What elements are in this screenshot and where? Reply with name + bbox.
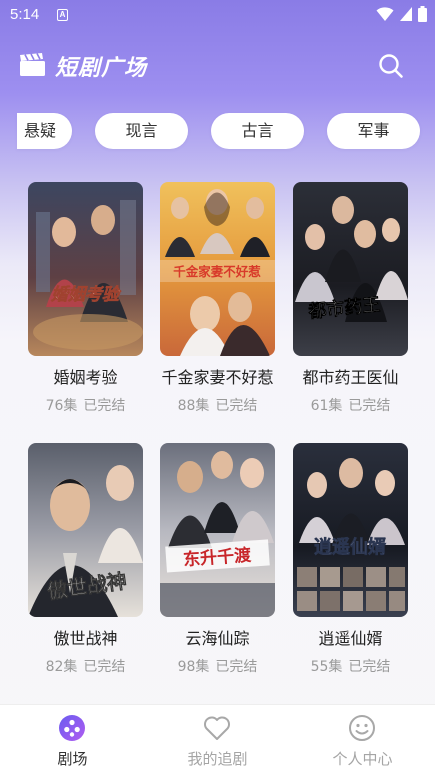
drama-card[interactable]: 千金家妻不好惹 千金家妻不好惹 88集 已完结	[160, 182, 275, 415]
app-root: 5:14 A 短剧广场 悬疑 现言 古言 军事 婚姻考验 婚姻考验 76集 已完…	[0, 0, 435, 775]
drama-meta: 76集 已完结	[28, 395, 143, 415]
episode-count: 61集	[310, 398, 343, 414]
search-icon[interactable]	[378, 53, 404, 79]
theater-icon	[59, 715, 85, 741]
drama-poster[interactable]: 逍遥仙婿	[293, 443, 408, 617]
drama-title[interactable]: 云海仙踪	[160, 625, 275, 649]
drama-card[interactable]: 婚姻考验 婚姻考验 76集 已完结	[28, 182, 143, 415]
drama-meta: 82集 已完结	[28, 656, 143, 676]
signal-icon	[400, 7, 412, 21]
drama-poster[interactable]: 婚姻考验	[28, 182, 143, 356]
clapperboard-icon	[20, 53, 45, 76]
drama-card[interactable]: 逍遥仙婿 逍遥仙婿 55集 已完结	[293, 443, 408, 676]
drama-card[interactable]: 傲世战神 傲世战神 82集 已完结	[28, 443, 143, 676]
completion-status: 已完结	[348, 659, 391, 675]
smiley-icon	[349, 715, 375, 741]
completion-status: 已完结	[215, 659, 258, 675]
drama-title[interactable]: 千金家妻不好惹	[160, 364, 275, 388]
poster-title-text: 婚姻考验	[50, 285, 122, 305]
drama-title[interactable]: 都市药王医仙	[293, 364, 408, 388]
bottom-nav: 剧场 我的追剧 个人中心	[0, 704, 435, 775]
episode-count: 82集	[45, 659, 78, 675]
battery-icon	[418, 6, 427, 22]
wifi-icon	[376, 7, 394, 21]
drama-title[interactable]: 傲世战神	[28, 625, 143, 649]
episode-count: 88集	[177, 398, 210, 414]
drama-title[interactable]: 婚姻考验	[28, 364, 143, 388]
completion-status: 已完结	[83, 659, 126, 675]
drama-meta: 88集 已完结	[160, 395, 275, 415]
genre-chip-modern-romance[interactable]: 现言	[95, 113, 188, 149]
status-bar: 5:14 A	[0, 0, 435, 30]
poster-title-text: 逍遥仙婿	[314, 536, 386, 558]
genre-chip-military[interactable]: 军事	[327, 113, 420, 149]
drama-poster[interactable]: 东升千渡	[160, 443, 275, 617]
episode-count: 98集	[177, 659, 210, 675]
nav-item-my-following[interactable]: 我的追剧	[145, 705, 290, 775]
episode-count: 55集	[310, 659, 343, 675]
genre-chip-suspense[interactable]: 悬疑	[17, 113, 72, 149]
drama-meta: 55集 已完结	[293, 656, 408, 676]
drama-title[interactable]: 逍遥仙婿	[293, 625, 408, 649]
drama-meta: 98集 已完结	[160, 656, 275, 676]
status-app-badge: A	[57, 9, 68, 21]
nav-label: 我的追剧	[187, 750, 248, 768]
nav-label: 剧场	[57, 750, 88, 768]
completion-status: 已完结	[348, 398, 391, 414]
status-time: 5:14	[10, 6, 40, 23]
genre-chip-ancient-romance[interactable]: 古言	[211, 113, 304, 149]
drama-poster[interactable]: 都市药王	[293, 182, 408, 356]
status-icons	[376, 6, 427, 22]
completion-status: 已完结	[215, 398, 258, 414]
completion-status: 已完结	[83, 398, 126, 414]
drama-card[interactable]: 东升千渡 云海仙踪 98集 已完结	[160, 443, 275, 676]
poster-title-text: 千金家妻不好惹	[173, 264, 261, 279]
episode-count: 76集	[45, 398, 78, 414]
drama-card[interactable]: 都市药王 都市药王医仙 61集 已完结	[293, 182, 408, 415]
header: 短剧广场	[0, 44, 435, 88]
drama-poster[interactable]: 傲世战神	[28, 443, 143, 617]
page-title: 短剧广场	[55, 56, 148, 81]
genre-tabs: 悬疑 现言 古言 军事	[0, 113, 435, 151]
nav-label: 个人中心	[332, 750, 393, 768]
drama-meta: 61集 已完结	[293, 395, 408, 415]
drama-poster[interactable]: 千金家妻不好惹	[160, 182, 275, 356]
nav-item-profile[interactable]: 个人中心	[290, 705, 435, 775]
nav-item-theater[interactable]: 剧场	[0, 705, 145, 775]
heart-icon	[204, 716, 230, 740]
